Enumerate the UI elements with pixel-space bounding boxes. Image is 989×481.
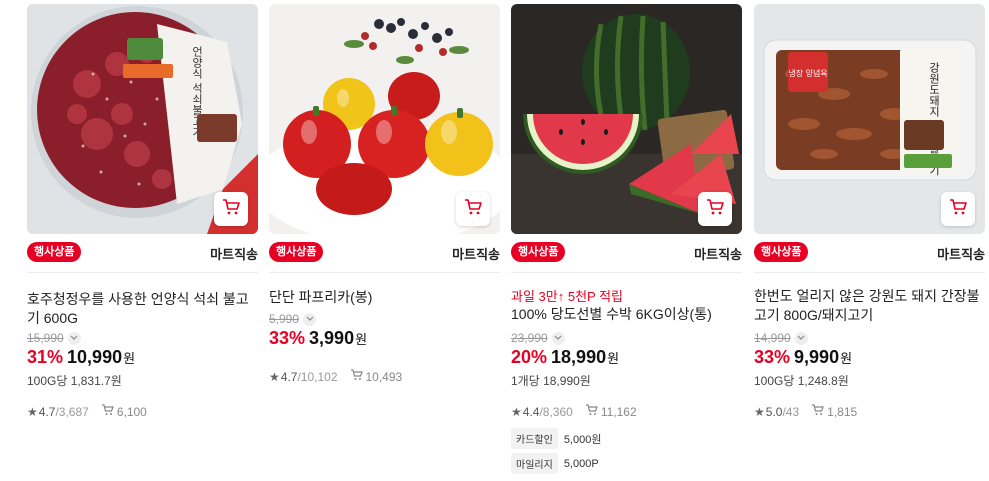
mileage-benefit: 마일리지 5,000P bbox=[511, 453, 599, 474]
image-tag: 냉장 양념육 bbox=[788, 68, 827, 78]
star-icon: ★ bbox=[27, 404, 38, 419]
currency-unit: 원 bbox=[607, 351, 620, 366]
event-badge: 행사상품 bbox=[754, 242, 809, 262]
discount-rate: 33% bbox=[754, 347, 791, 367]
add-to-cart-button[interactable] bbox=[214, 192, 248, 226]
product-card[interactable]: 강원도돼지 간장불고기 냉장 양념육 행사상품 마트직송 한번도 얼리지 않은 … bbox=[754, 0, 985, 481]
currency-unit: 원 bbox=[355, 332, 368, 347]
cart-count-icon bbox=[101, 403, 115, 420]
original-price: 15,990 bbox=[27, 331, 81, 345]
shopping-cart-icon bbox=[463, 197, 483, 222]
card-discount-benefit: 카드할인 5,000원 bbox=[511, 428, 601, 449]
shopping-cart-icon bbox=[705, 197, 725, 222]
sale-price: 18,990 bbox=[551, 347, 607, 367]
original-price-value: 15,990 bbox=[27, 331, 64, 345]
product-name[interactable]: 한번도 얼리지 않은 강원도 돼지 간장불고기 800G/돼지고기 bbox=[754, 287, 985, 325]
event-badge: 행사상품 bbox=[511, 242, 566, 262]
add-to-cart-button[interactable] bbox=[698, 192, 732, 226]
shopping-cart-icon bbox=[948, 197, 968, 222]
product-stats: ★ 4.7 /10,102 10,493 bbox=[269, 368, 402, 385]
product-card[interactable]: 언양식 석쇠불고기 행사상품 마트직송 호주청정우를 사용한 언양식 석쇠 불고… bbox=[27, 0, 258, 481]
event-badge: 행사상품 bbox=[27, 242, 82, 262]
benefit-value: 5,000원 bbox=[563, 433, 602, 446]
chevron-down-icon[interactable] bbox=[551, 331, 565, 345]
rating: 4.4 bbox=[522, 404, 540, 419]
discount-rate: 31% bbox=[27, 347, 64, 367]
benefit-value: 5,000P bbox=[563, 457, 599, 470]
divider bbox=[27, 272, 258, 273]
cart-count: 10,493 bbox=[365, 369, 403, 384]
original-price-value: 14,990 bbox=[754, 331, 791, 345]
divider bbox=[269, 272, 500, 273]
product-name[interactable]: 호주청정우를 사용한 언양식 석쇠 불고기 600G bbox=[27, 290, 258, 328]
cart-count: 6,100 bbox=[116, 404, 147, 419]
star-icon: ★ bbox=[511, 404, 522, 419]
review-count: /43 bbox=[782, 404, 800, 419]
chevron-down-icon[interactable] bbox=[303, 312, 317, 326]
review-count: /10,102 bbox=[297, 369, 338, 384]
original-price-value: 23,990 bbox=[511, 331, 548, 345]
review-count: /8,360 bbox=[539, 404, 573, 419]
product-stats: ★ 5.0 /43 1,815 bbox=[754, 403, 857, 420]
shipping-label: 마트직송 bbox=[210, 247, 258, 262]
divider bbox=[511, 272, 742, 273]
star-icon: ★ bbox=[269, 369, 280, 384]
original-price: 5,990 bbox=[269, 312, 317, 326]
add-to-cart-button[interactable] bbox=[941, 192, 975, 226]
shipping-label: 마트직송 bbox=[452, 247, 500, 262]
product-name[interactable]: 단단 파프리카(봉) bbox=[269, 288, 500, 307]
divider bbox=[754, 272, 985, 273]
add-to-cart-button[interactable] bbox=[456, 192, 490, 226]
rating: 5.0 bbox=[765, 404, 783, 419]
chevron-down-icon[interactable] bbox=[794, 331, 808, 345]
original-price-value: 5,990 bbox=[269, 312, 300, 326]
discount-rate: 20% bbox=[511, 347, 548, 367]
shipping-label: 마트직송 bbox=[694, 247, 742, 262]
sale-price: 3,990 bbox=[309, 328, 355, 348]
discount-rate: 33% bbox=[269, 328, 306, 348]
cart-count-icon bbox=[811, 403, 825, 420]
cart-count-icon bbox=[585, 403, 599, 420]
shopping-cart-icon bbox=[221, 197, 241, 222]
unit-price: 1개당 18,990원 bbox=[511, 374, 591, 388]
product-card[interactable]: 행사상품 마트직송 단단 파프리카(봉) 5,990 33% 3,990 원 ★… bbox=[269, 0, 500, 481]
product-card[interactable]: 행사상품 마트직송 과일 3만↑ 5천P 적립 100% 당도선별 수박 6KG… bbox=[511, 0, 742, 481]
unit-price: 100G당 1,831.7원 bbox=[27, 374, 122, 388]
cart-count-icon bbox=[350, 368, 364, 385]
original-price: 14,990 bbox=[754, 331, 808, 345]
sale-price: 10,990 bbox=[67, 347, 123, 367]
cart-count: 11,162 bbox=[600, 404, 637, 419]
original-price: 23,990 bbox=[511, 331, 565, 345]
benefit-tag: 마일리지 bbox=[511, 453, 558, 474]
rating: 4.7 bbox=[280, 369, 298, 384]
cart-count: 1,815 bbox=[827, 404, 858, 419]
star-icon: ★ bbox=[754, 404, 765, 419]
currency-unit: 원 bbox=[123, 351, 136, 366]
promotion-text: 과일 3만↑ 5천P 적립 bbox=[511, 289, 623, 304]
product-stats: ★ 4.4 /8,360 11,162 bbox=[511, 403, 637, 420]
unit-price: 100G당 1,248.8원 bbox=[754, 374, 849, 388]
benefit-tag: 카드할인 bbox=[511, 428, 558, 449]
shipping-label: 마트직송 bbox=[937, 247, 985, 262]
chevron-down-icon[interactable] bbox=[67, 331, 81, 345]
product-name[interactable]: 100% 당도선별 수박 6KG이상(통) bbox=[511, 305, 742, 324]
product-stats: ★ 4.7 /3,687 6,100 bbox=[27, 403, 147, 420]
currency-unit: 원 bbox=[840, 351, 853, 366]
rating: 4.7 bbox=[38, 404, 56, 419]
event-badge: 행사상품 bbox=[269, 242, 324, 262]
sale-price: 9,990 bbox=[794, 347, 840, 367]
review-count: /3,687 bbox=[55, 404, 89, 419]
